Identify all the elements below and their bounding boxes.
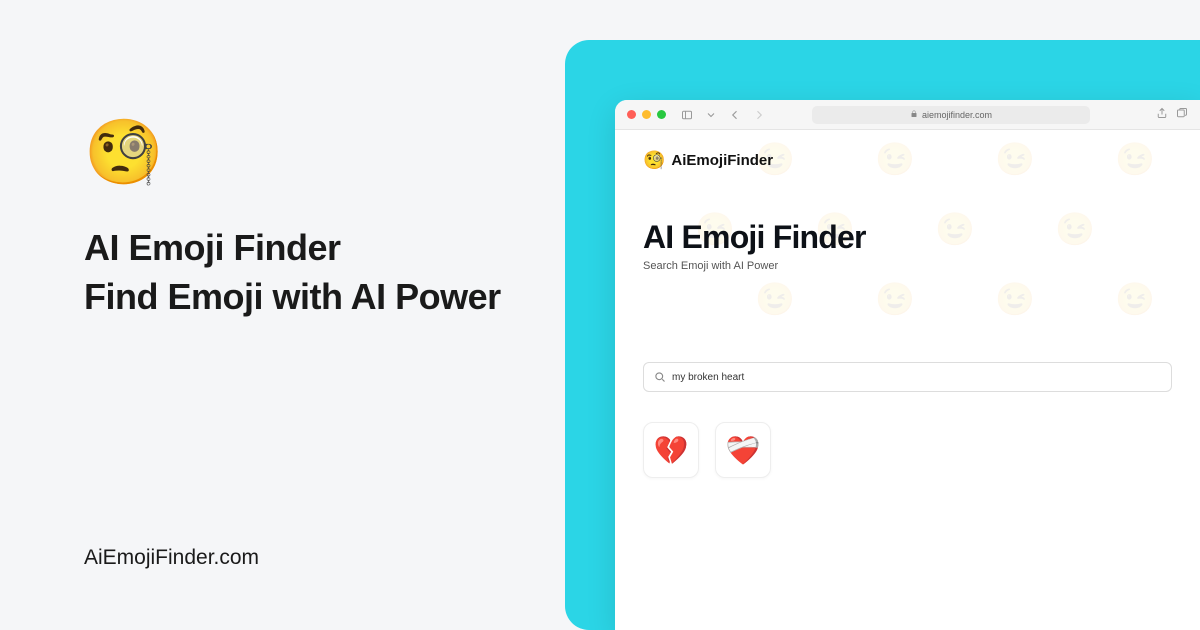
traffic-lights: [627, 110, 666, 119]
hero-emoji-icon: 🧐: [84, 120, 565, 184]
app-logo-icon: 🧐: [643, 150, 665, 171]
address-bar[interactable]: aiemojifinder.com: [812, 106, 1090, 124]
url-text: aiemojifinder.com: [922, 110, 992, 120]
emoji-result[interactable]: 💔: [643, 422, 699, 478]
hero-title-line2: Find Emoji with AI Power: [84, 273, 565, 322]
hero-title: AI Emoji Finder Find Emoji with AI Power: [84, 224, 565, 321]
maximize-icon[interactable]: [657, 110, 666, 119]
back-icon[interactable]: [728, 108, 742, 122]
app-hero-title: AI Emoji Finder: [643, 219, 1172, 256]
results-grid: 💔 ❤️‍🩹: [643, 422, 1172, 478]
emoji-result[interactable]: ❤️‍🩹: [715, 422, 771, 478]
search-icon: [654, 371, 666, 383]
search-value: my broken heart: [672, 372, 744, 383]
sidebar-toggle-icon[interactable]: [680, 108, 694, 122]
app-logo-text[interactable]: AiEmojiFinder: [671, 152, 773, 169]
domain-label: AiEmojiFinder.com: [84, 546, 259, 570]
app-hero: AI Emoji Finder Search Emoji with AI Pow…: [643, 219, 1172, 272]
chevron-down-icon[interactable]: [704, 108, 718, 122]
close-icon[interactable]: [627, 110, 636, 119]
app-header: 🧐 AiEmojiFinder: [643, 150, 1172, 171]
browser-window: aiemojifinder.com 😉 😉 😉 😉 😉 😉 😉: [615, 100, 1200, 630]
search-input[interactable]: my broken heart: [643, 362, 1172, 392]
app-hero-subtitle: Search Emoji with AI Power: [643, 260, 1172, 272]
browser-chrome: aiemojifinder.com: [615, 100, 1200, 130]
minimize-icon[interactable]: [642, 110, 651, 119]
preview-panel: aiemojifinder.com 😉 😉 😉 😉 😉 😉 😉: [565, 40, 1200, 630]
hero-title-line1: AI Emoji Finder: [84, 224, 565, 273]
app-content: 😉 😉 😉 😉 😉 😉 😉 😉 😉 😉 😉 😉 🧐 AiEmojiFinder …: [615, 130, 1200, 630]
tabs-icon[interactable]: [1176, 106, 1188, 124]
lock-icon: [910, 110, 918, 120]
share-icon[interactable]: [1156, 106, 1168, 124]
forward-icon[interactable]: [752, 108, 766, 122]
